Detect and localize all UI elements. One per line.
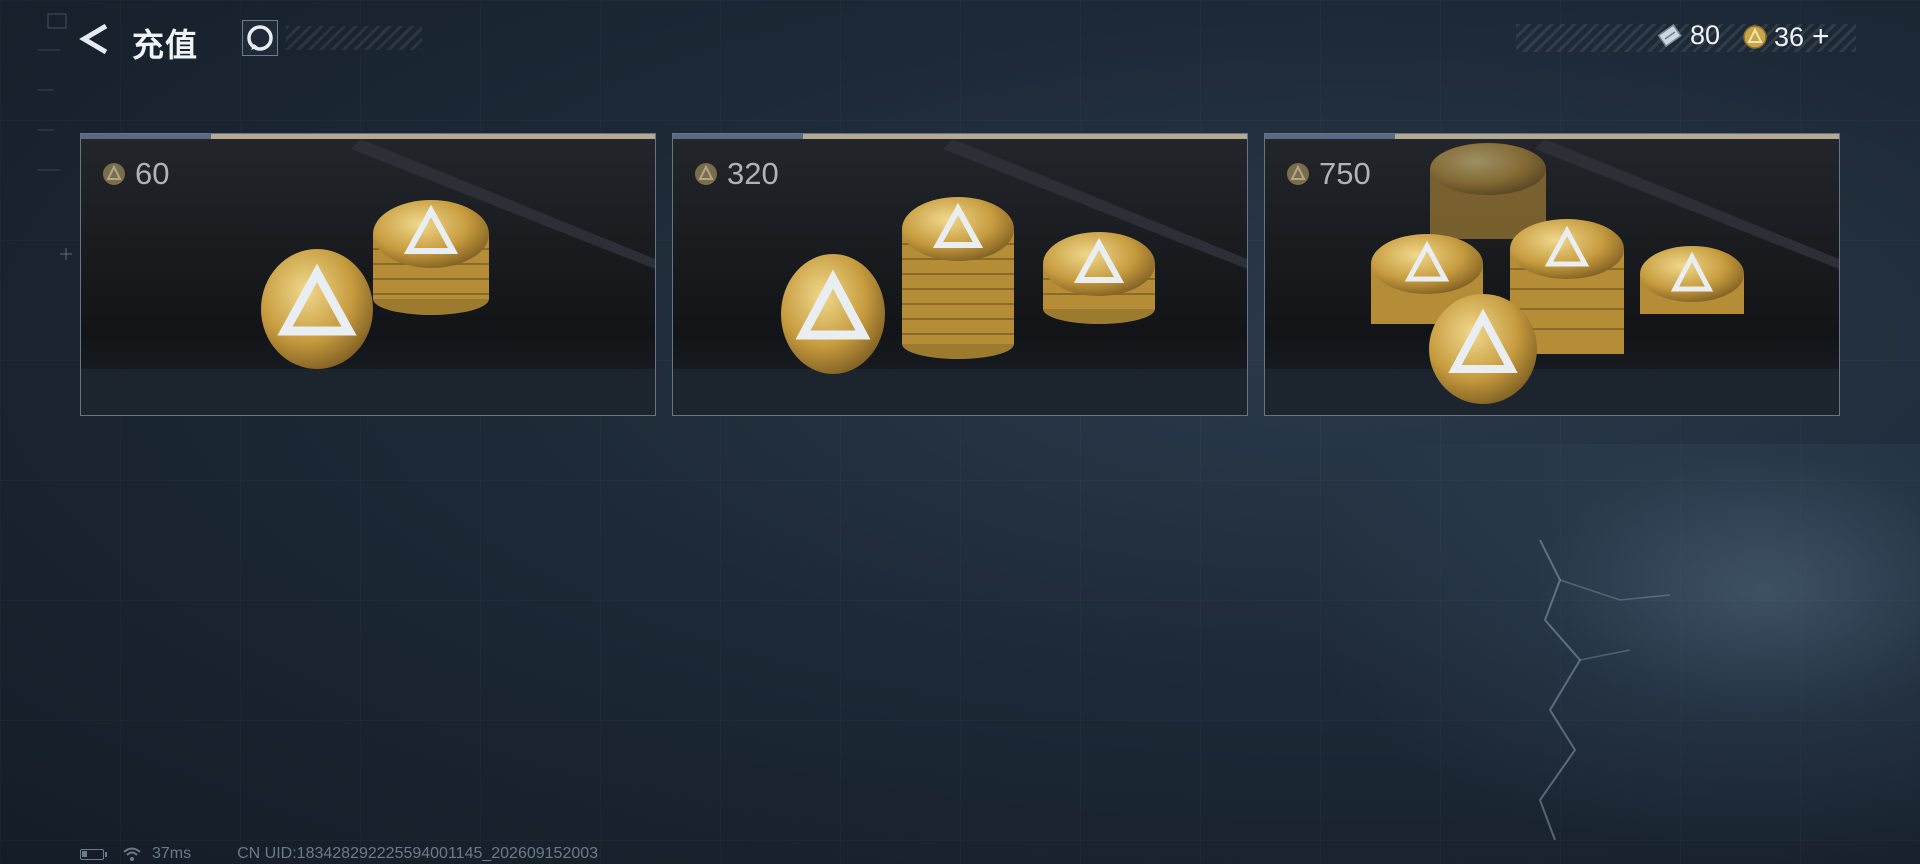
status-footer: 37ms CN UID:18342829222559400114​5_20260… [80, 845, 598, 863]
wifi-icon [123, 847, 141, 861]
battery-icon [80, 848, 107, 860]
package-amount: 750 [1319, 156, 1371, 191]
page-title: 充值 [132, 27, 199, 63]
back-arrow-icon[interactable] [78, 22, 112, 56]
lightning-decoration [1538, 540, 1671, 840]
coin-icon [103, 163, 125, 185]
package-price: 750 [1285, 156, 1371, 192]
coin-icon [1743, 25, 1767, 49]
uid-label: CN UID:18342829222559400114​5_2026091520… [237, 845, 599, 862]
package-card-320[interactable]: 320 [672, 133, 1248, 416]
header-decoration [286, 26, 422, 50]
ping-label: 37ms [152, 845, 192, 862]
coin-icon [695, 163, 717, 185]
package-amount: 320 [727, 156, 779, 191]
customer-service-icon [247, 25, 273, 51]
add-coins-button[interactable]: + [1812, 20, 1830, 54]
package-price: 320 [693, 156, 779, 192]
coin-icon [1287, 163, 1309, 185]
package-card-60[interactable]: 60 [80, 133, 656, 416]
package-price: 60 [101, 156, 169, 192]
ticket-icon [1657, 23, 1682, 47]
top-bar: 充值 80 36 + [0, 0, 1920, 80]
coin-value: 36 [1774, 21, 1805, 52]
ticket-value: 80 [1690, 20, 1721, 50]
package-card-750[interactable]: 750 [1264, 133, 1840, 416]
customer-service-button[interactable] [242, 20, 278, 56]
coin-balance: 36 + [1742, 20, 1830, 54]
ticket-balance: 80 [1656, 20, 1720, 51]
package-amount: 60 [135, 156, 170, 191]
